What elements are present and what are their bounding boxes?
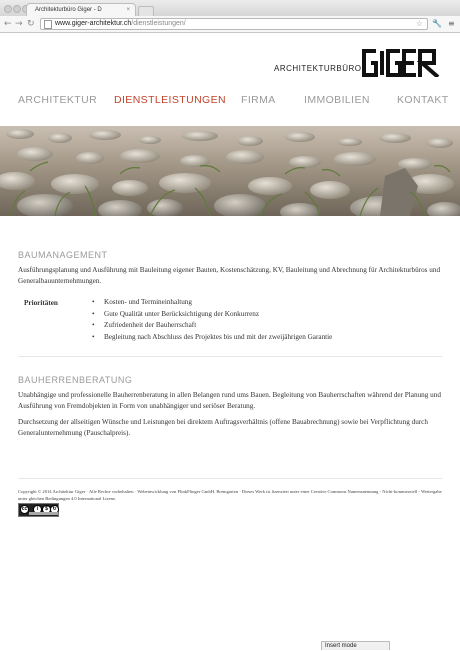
giger-logo[interactable] [362, 49, 444, 77]
nav-architektur[interactable]: ARCHITEKTUR [18, 94, 97, 106]
browser-toolbar: ← → ↻ www.giger-architektur.ch/dienstlei… [0, 16, 460, 33]
nav-kontakt[interactable]: KONTAKT [397, 94, 449, 106]
cc-license-badge[interactable]: cc i $ ↻ [18, 503, 59, 517]
nav-firma[interactable]: FIRMA [241, 94, 276, 106]
section-title-bauherrenberatung: BAUHERRENBERATUNG [18, 375, 133, 385]
list-item: Begleitung nach Abschluss des Projektes … [92, 332, 332, 344]
bauherrenberatung-text-2: Durchsetzung der allseitigen Wünsche und… [18, 418, 428, 437]
url-domain: www.giger-architektur.ch [55, 20, 132, 27]
minimize-window-icon[interactable] [13, 5, 21, 13]
browser-titlebar: Architekturbüro Giger - D × [0, 0, 460, 17]
page-icon [44, 20, 52, 29]
section-title-baumanagement: BAUMANAGEMENT [18, 250, 108, 260]
forward-arrow-icon[interactable]: → [15, 17, 23, 31]
bookmark-star-icon[interactable]: ☆ [416, 19, 423, 29]
url-path: /dienstleistungen/ [131, 20, 186, 27]
nav-dienstleistungen[interactable]: DIENSTLEISTUNGEN [114, 94, 226, 106]
browser-tab[interactable]: Architekturbüro Giger - D × [26, 3, 136, 16]
footer-divider [18, 478, 442, 479]
cc-icon: cc [20, 505, 29, 514]
prioritaeten-list: Kosten- und Termineinhaltung Gute Qualit… [92, 297, 332, 343]
list-item: Zufriedenheit der Bauherrschaft [92, 320, 332, 332]
status-bar: Insert mode [321, 641, 390, 650]
license-strip [29, 512, 58, 515]
address-bar[interactable]: www.giger-architektur.ch/dienstleistunge… [40, 18, 428, 30]
logo-subtitle: ARCHITEKTURBÜRO [274, 64, 362, 73]
back-arrow-icon[interactable]: ← [4, 17, 12, 31]
footer-copyright: Copyright © 2014 Architektur Giger · All… [18, 489, 442, 501]
hero-image [0, 126, 460, 216]
prioritaeten-label: Prioritäten [24, 299, 58, 307]
bauherrenberatung-text-1: Unabhängige und professionelle Bauherren… [18, 391, 441, 410]
nav-immobilien[interactable]: IMMOBILIEN [304, 94, 370, 106]
section-divider [18, 356, 442, 357]
list-item: Kosten- und Termineinhaltung [92, 297, 332, 309]
list-item: Gute Qualität unter Berücksichtigung der… [92, 309, 332, 321]
baumanagement-text: Ausführungsplanung und Ausführung mit Ba… [18, 266, 441, 285]
wrench-icon[interactable]: 🔧 [432, 18, 442, 30]
browser-tab-title: Architekturbüro Giger - D [35, 7, 102, 13]
close-window-icon[interactable] [4, 5, 12, 13]
menu-icon[interactable]: ≡ [448, 18, 455, 30]
reload-icon[interactable]: ↻ [27, 17, 35, 31]
